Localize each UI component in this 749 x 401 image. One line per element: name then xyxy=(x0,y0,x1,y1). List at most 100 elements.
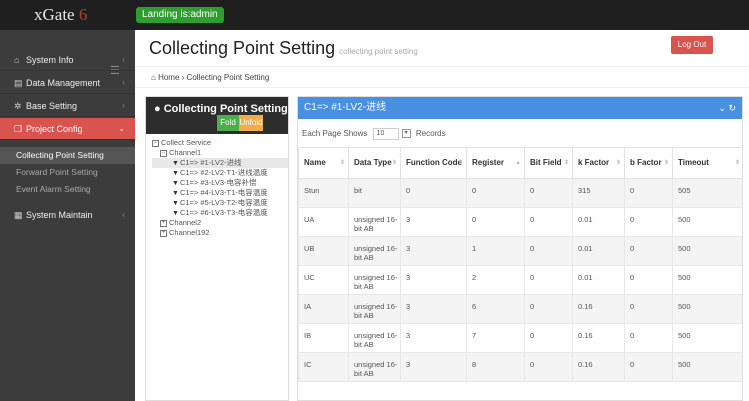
sidebar-item-project-config[interactable]: ❐ Project Config ⌄ xyxy=(0,118,135,140)
table-row[interactable]: UB unsigned 16-bit AB 3 1 0 0.01 0 500 xyxy=(298,236,742,266)
sort-icon: ⇕ xyxy=(457,160,463,166)
page-subtitle: collecting point setting xyxy=(339,47,418,56)
pointer-icon: ▼ xyxy=(172,160,179,167)
column-header-function-code[interactable]: Function Code ⇕ xyxy=(400,147,467,179)
sidebar-item-base-setting[interactable]: ✲ Base Setting ‹ xyxy=(0,95,135,117)
tree-node-channel192[interactable]: + Channel192 xyxy=(152,228,288,238)
sort-icon: ⇕ xyxy=(615,160,621,166)
chevron-left-icon: ‹ xyxy=(122,210,125,219)
column-header-timeout[interactable]: Timeout ⇕ xyxy=(672,147,742,179)
table-cell: unsigned 16-bit AB xyxy=(348,207,401,237)
table-cell: UC xyxy=(298,265,349,295)
table-cell: unsigned 16-bit AB xyxy=(348,236,401,266)
point-tree: − Collect Service − Channel1 ▼C1=> #1-LV2-… xyxy=(146,134,288,238)
app-logo[interactable]: xGate 6 xyxy=(34,5,87,25)
fold-button[interactable]: Fold xyxy=(217,115,239,131)
main-content: Collecting Point Setting collecting point… xyxy=(135,30,749,401)
breadcrumb-home[interactable]: Home xyxy=(158,73,179,82)
tree-node-channel2[interactable]: + Channel2 xyxy=(152,218,288,228)
table-row[interactable]: IC unsigned 16-bit AB 3 8 0 0.16 0 500 xyxy=(298,352,742,382)
collapse-icon[interactable]: − xyxy=(152,139,159,147)
sort-icon: ⇕ xyxy=(563,160,569,166)
sidebar-sub-collecting-point[interactable]: Collecting Point Setting xyxy=(0,147,135,164)
column-header-bit-field[interactable]: Bit Field ⇕ xyxy=(524,147,573,179)
points-table-body: Stun bit 0 0 0 315 0 505 UA unsigned 16-bit AB 3 0 0… xyxy=(298,178,742,382)
table-cell: 500 xyxy=(672,294,742,324)
pointer-icon: ▼ xyxy=(172,190,179,197)
expand-icon[interactable]: + xyxy=(160,229,167,237)
sidebar-item-data-management[interactable]: ▤ Data Management ‹ xyxy=(0,72,135,94)
tree-node-point[interactable]: ▼C1=> #5-LV3-T2-电容温度 xyxy=(152,198,288,208)
points-panel-header: C1=> #1-LV2-进线 ⌄ ↻ xyxy=(298,97,742,119)
table-cell: 3 xyxy=(400,207,467,237)
tree-node-point[interactable]: ▼C1=> #1-LV2-进线 xyxy=(152,158,288,168)
table-row[interactable]: Stun bit 0 0 0 315 0 505 xyxy=(298,178,742,208)
chevron-down-icon[interactable]: ⌄ xyxy=(718,103,726,113)
table-row[interactable]: IA unsigned 16-bit AB 3 6 0 0.16 0 500 xyxy=(298,294,742,324)
bookmark-icon: ❐ xyxy=(14,124,23,134)
sidebar-sub-forward-point[interactable]: Forward Point Setting xyxy=(0,164,135,181)
table-cell: Stun xyxy=(298,178,349,208)
chevron-left-icon: ‹ xyxy=(122,101,125,110)
sidebar-sub-event-alarm[interactable]: Event Alarm Setting xyxy=(0,181,135,198)
points-panel: C1=> #1-LV2-进线 ⌄ ↻ Each Page Shows 10 ▾ R… xyxy=(297,96,743,401)
table-row[interactable]: UA unsigned 16-bit AB 3 0 0 0.01 0 500 xyxy=(298,207,742,237)
tree-panel-title: Collecting Point Setting xyxy=(163,103,288,115)
column-header-name[interactable]: Name ⇕ xyxy=(298,147,349,179)
refresh-icon[interactable]: ↻ xyxy=(728,103,736,113)
table-cell: 0 xyxy=(624,294,673,324)
tree-node-point[interactable]: ▼C1=> #6-LV3-T3-电容温度 xyxy=(152,208,288,218)
table-cell: UA xyxy=(298,207,349,237)
logout-button[interactable]: Log Out xyxy=(671,36,713,54)
table-cell: 0.01 xyxy=(572,265,625,295)
column-header-b-factor[interactable]: b Factor ⇕ xyxy=(624,147,673,179)
table-cell: 1 xyxy=(466,236,525,266)
column-header-register[interactable]: Register ▲ xyxy=(466,147,525,179)
table-cell: 0 xyxy=(524,207,573,237)
table-cell: 0 xyxy=(466,178,525,208)
table-cell: 0 xyxy=(524,352,573,382)
table-cell: bit xyxy=(348,178,401,208)
dropdown-arrow-icon[interactable]: ▾ xyxy=(401,129,411,139)
top-bar: xGate 6 Landing is:admin xyxy=(0,0,749,30)
sort-icon: ⇕ xyxy=(734,160,740,166)
chevron-down-icon: ⌄ xyxy=(118,124,125,133)
table-cell: 0.16 xyxy=(572,294,625,324)
table-cell: unsigned 16-bit AB xyxy=(348,265,401,295)
tree-node-point[interactable]: ▼C1=> #3-LV3-电容补偿 xyxy=(152,178,288,188)
expand-icon[interactable]: + xyxy=(160,219,167,227)
sidebar-item-system-maintain[interactable]: ▦ System Maintain ‹ xyxy=(0,204,135,226)
unfold-button[interactable]: Unfold xyxy=(239,115,263,131)
table-cell: 0 xyxy=(524,265,573,295)
column-header-data-type[interactable]: Data Type ⇕ xyxy=(348,147,401,179)
table-row[interactable]: UC unsigned 16-bit AB 3 2 0 0.01 0 500 xyxy=(298,265,742,295)
table-cell: 3 xyxy=(400,236,467,266)
page-size-control: Each Page Shows 10 ▾ Records xyxy=(302,127,446,140)
table-cell: IC xyxy=(298,352,349,382)
table-cell: 0 xyxy=(400,178,467,208)
table-cell: 0.16 xyxy=(572,323,625,353)
table-cell: 0 xyxy=(466,207,525,237)
collapse-icon[interactable]: − xyxy=(160,149,167,157)
pointer-icon: ▼ xyxy=(172,170,179,177)
column-header-k-factor[interactable]: k Factor ⇕ xyxy=(572,147,625,179)
table-cell: UB xyxy=(298,236,349,266)
tree-node-channel1[interactable]: − Channel1 xyxy=(152,148,288,158)
page-size-select[interactable]: 10 xyxy=(372,127,399,140)
pointer-icon: ▼ xyxy=(172,210,179,217)
gears-icon: ✲ xyxy=(14,101,22,111)
tree-node-point[interactable]: ▼C1=> #4-LV3-T1-电容温度 xyxy=(152,188,288,198)
points-panel-title: C1=> #1-LV2-进线 xyxy=(304,102,387,113)
table-row[interactable]: IB unsigned 16-bit AB 3 7 0 0.16 0 500 xyxy=(298,323,742,353)
tree-node-point[interactable]: ▼C1=> #2-LV2-T1-进线温度 xyxy=(152,168,288,178)
sort-icon: ⇕ xyxy=(391,160,397,166)
sidebar-item-system-info[interactable]: ⌂ System Info ‹ xyxy=(0,49,135,71)
table-cell: 6 xyxy=(466,294,525,324)
tree-node-root[interactable]: − Collect Service xyxy=(152,138,288,148)
sort-icon: ⇕ xyxy=(339,160,345,166)
table-cell: 500 xyxy=(672,323,742,353)
table-cell: 0 xyxy=(524,178,573,208)
table-cell: unsigned 16-bit AB xyxy=(348,352,401,382)
table-cell: 0 xyxy=(624,352,673,382)
points-table: Name ⇕ Data Type ⇕ Function Code ⇕ Register… xyxy=(298,147,742,382)
